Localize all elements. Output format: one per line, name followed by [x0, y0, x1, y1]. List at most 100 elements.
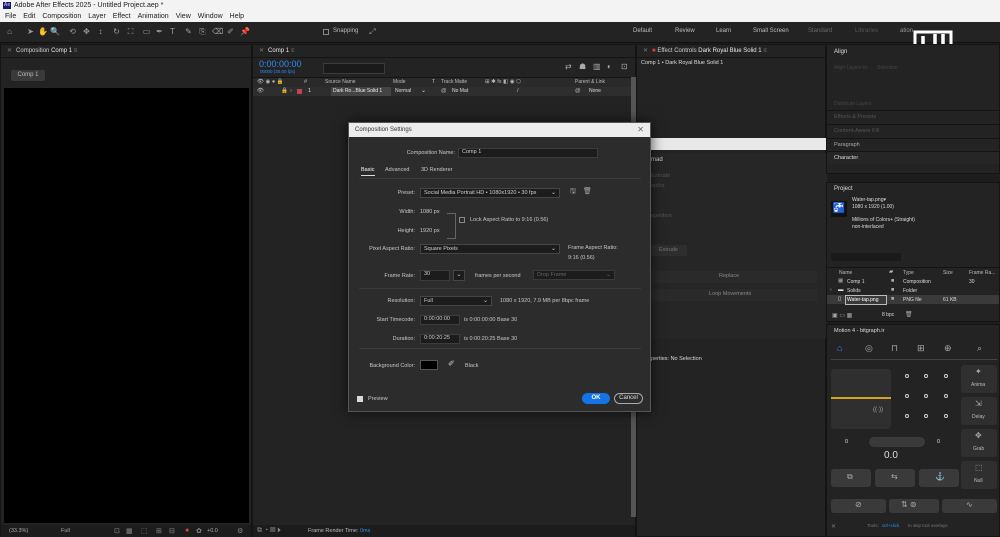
panel-close-icon[interactable]: ✕ [7, 48, 12, 54]
camera-tool-icon[interactable]: ⛶ [126, 27, 135, 36]
timeline-close-icon[interactable]: ✕ [259, 48, 264, 54]
workspace-libraries[interactable]: Libraries [855, 28, 878, 34]
start-timecode-input[interactable]: 0:00:00:00 [420, 315, 460, 325]
motion4-slider[interactable] [869, 437, 925, 447]
clone-stamp-tool-icon[interactable]: ⎘ [198, 27, 207, 36]
rotate-tool-icon[interactable]: ↻ [112, 27, 121, 36]
menu-file[interactable]: File [5, 13, 16, 20]
type-tool-icon[interactable]: T [168, 27, 177, 36]
tab-3d-renderer[interactable]: 3D Renderer [421, 167, 453, 173]
dolly-tool-icon[interactable]: ↕ [96, 27, 105, 36]
project-col-size[interactable]: Size [943, 270, 953, 276]
align-title[interactable]: Align [834, 49, 847, 55]
spin-right-value[interactable]: 0 [937, 439, 940, 445]
motion4-action-1[interactable]: ⧉ [831, 469, 871, 487]
menu-view[interactable]: View [176, 13, 191, 20]
motion4-grid-icon[interactable]: ⊞ [917, 343, 925, 354]
effect-controls-close-icon[interactable]: ✕ [643, 48, 648, 54]
timeline-menu-icon[interactable]: ≡ [291, 48, 295, 54]
workspace-learn[interactable]: Learn [716, 28, 731, 34]
roto-brush-tool-icon[interactable]: ✐ [226, 27, 235, 36]
panel-menu-icon[interactable]: ≡ [74, 48, 78, 54]
character-row[interactable]: Character [827, 151, 999, 164]
project-trash-icon[interactable]: 🗑 [905, 311, 913, 318]
motion4-ink-icon[interactable]: ◎ [865, 343, 873, 354]
spin-left-value[interactable]: 0 [845, 439, 848, 445]
project-footer-icons[interactable]: ▣ ▭ ▦ [832, 312, 852, 319]
motion4-easing-graph[interactable]: ((·)) [831, 369, 891, 429]
menu-layer[interactable]: Layer [88, 13, 106, 20]
workspace-review[interactable]: Review [675, 28, 695, 34]
track-matte-pickwhip-icon[interactable]: @ [441, 88, 447, 94]
parent-select[interactable]: None [589, 88, 601, 94]
project-col-frame-rate[interactable]: Frame Ra... [969, 270, 995, 276]
motion4-anima-button[interactable]: ✦ Anima [961, 365, 997, 393]
project-item-comp[interactable]: ▦ Comp 1 ■ Composition 30 [827, 277, 999, 286]
anchor-dot[interactable] [944, 374, 948, 378]
lock-aspect-checkbox[interactable] [459, 217, 465, 223]
grid-icon[interactable]: ⊞ [156, 527, 162, 535]
workspace-standard[interactable]: Standard [808, 28, 832, 34]
anchor-dot[interactable] [924, 394, 928, 398]
workspace-animation[interactable]: ation [900, 28, 913, 34]
anchor-dot[interactable] [905, 394, 909, 398]
project-item-water-tap[interactable]: ▯ Water-tap.png ■ PNG file 61 KB [827, 295, 999, 305]
plugin-extrude-button[interactable]: Extrude [651, 245, 687, 256]
shy-layers-icon[interactable]: ☗ [579, 62, 586, 71]
save-preset-icon[interactable]: 🖫 [570, 187, 576, 198]
eyedropper-icon[interactable]: ✐ [448, 359, 455, 368]
snap-options-icon[interactable]: ⤢ [368, 27, 377, 36]
project-col-type[interactable]: Type [903, 270, 914, 276]
motion-blur-icon[interactable]: ◐ [607, 62, 612, 71]
width-value[interactable]: 1080 px [420, 209, 440, 215]
motion4-action-6[interactable]: ∿ [942, 499, 997, 513]
paragraph-row[interactable]: Paragraph [827, 138, 999, 151]
pen-tool-icon[interactable]: ✒ [155, 27, 164, 36]
anchor-dot[interactable] [944, 414, 948, 418]
parent-pickwhip-icon[interactable]: @ [575, 88, 581, 94]
motion4-action-2[interactable]: ⇆ [875, 469, 915, 487]
plugin-loop-movements-button[interactable]: Loop Movements [651, 289, 817, 301]
layer-mode-select[interactable]: Normal [395, 88, 411, 94]
fps-dropdown-icon[interactable]: ⌄ [453, 270, 465, 281]
menu-edit[interactable]: Edit [23, 13, 35, 20]
menu-composition[interactable]: Composition [42, 13, 81, 20]
effects-presets-row[interactable]: Effects & Presets [827, 110, 999, 123]
fps-input[interactable]: 30 [420, 270, 450, 281]
motion4-action-5[interactable]: ⇅ ⊚ [889, 499, 939, 513]
motion4-search-icon[interactable]: ⌕ [977, 343, 982, 354]
fx-lock-icon[interactable]: ■ [652, 48, 656, 54]
resolution-select[interactable]: Full ⌄ [420, 296, 492, 306]
project-title[interactable]: Project [834, 186, 853, 192]
layer-visibility-icon[interactable]: 👁 [257, 88, 264, 94]
exposure-value[interactable]: +0.0 [207, 528, 218, 534]
quality-switch-icon[interactable]: / [517, 88, 519, 94]
pan-tool-icon[interactable]: ✥ [82, 27, 91, 36]
transparency-grid-icon[interactable]: ▦ [126, 527, 133, 535]
plugin-replace-button[interactable]: Replace [651, 271, 817, 283]
zoom-tool-icon[interactable]: 🔍 [50, 27, 60, 36]
layer-name[interactable]: Dark Ro...Blue Solid 1 [333, 88, 382, 94]
layer-expand-icon[interactable]: › [290, 88, 292, 94]
brush-tool-icon[interactable]: ✎ [184, 27, 193, 36]
project-col-name[interactable]: Name [839, 270, 852, 276]
snapping-checkbox[interactable] [323, 29, 329, 35]
project-item-solids[interactable]: › ▬ Solids ■ Folder [827, 286, 999, 295]
tab-advanced[interactable]: Advanced [385, 167, 409, 173]
footer-toggle-icons[interactable]: ⧉ ◔ ▤ ⏵ [257, 527, 281, 535]
par-select[interactable]: Square Pixels ⌄ [420, 244, 560, 254]
layer-label-color[interactable] [297, 89, 302, 94]
puppet-tool-icon[interactable]: 📌 [240, 27, 250, 36]
anchor-dot[interactable] [905, 374, 909, 378]
camera-snapshot-icon[interactable]: ⚙ [237, 527, 243, 535]
motion4-anchor-icon[interactable]: ⊕ [944, 343, 952, 354]
current-timecode[interactable]: 0:00:00:00 [259, 59, 302, 69]
dialog-close-icon[interactable]: ✕ [637, 123, 644, 137]
delete-preset-icon[interactable]: 🗑 [583, 187, 592, 195]
duration-input[interactable]: 0:00:20:25 [420, 334, 460, 344]
mask-icon[interactable]: ⬚ [141, 527, 148, 535]
resolution-value[interactable]: Full [61, 528, 70, 534]
folder-expand-icon[interactable]: › [830, 287, 832, 293]
motion4-action-3[interactable]: ⚓ [919, 469, 959, 487]
rectangle-tool-icon[interactable]: ▭ [142, 27, 151, 36]
